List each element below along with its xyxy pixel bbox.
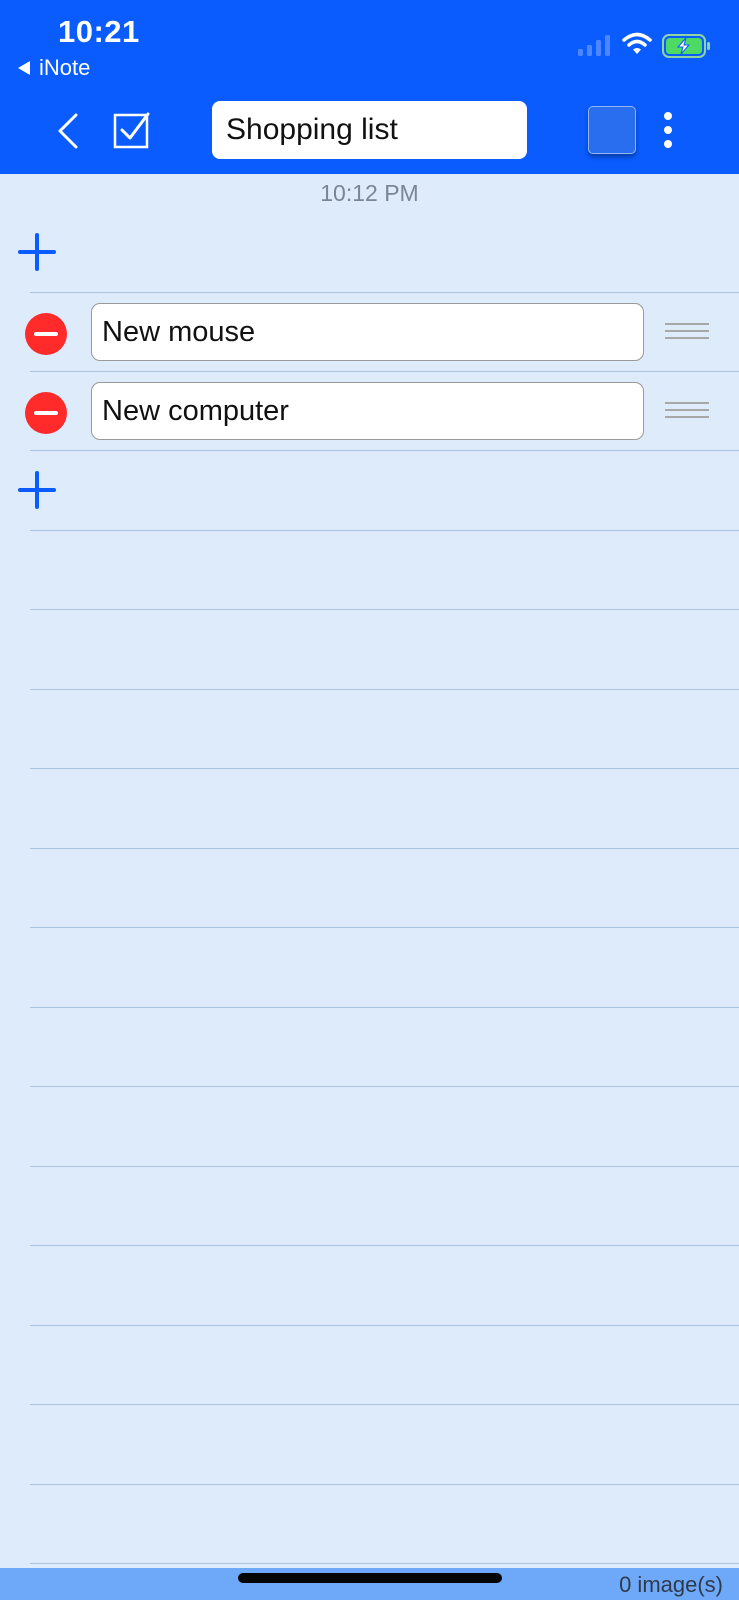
battery-charging-icon: [662, 34, 710, 58]
divider-line: [30, 1007, 739, 1008]
divider-line: [30, 292, 739, 293]
divider-line: [30, 371, 739, 372]
wifi-icon: [622, 32, 652, 54]
divider-line: [30, 1563, 739, 1564]
back-triangle-icon: [18, 61, 30, 75]
plus-icon[interactable]: [18, 233, 56, 271]
divider-line: [30, 768, 739, 769]
more-vertical-icon[interactable]: [656, 110, 680, 150]
home-indicator[interactable]: [238, 1573, 502, 1583]
list-item-input[interactable]: [91, 303, 644, 361]
top-header: 10:21 iNote: [0, 0, 739, 174]
plus-icon[interactable]: [18, 471, 56, 509]
drag-handle-icon[interactable]: [665, 401, 709, 421]
back-chevron-icon[interactable]: [54, 112, 84, 150]
note-title-input[interactable]: [212, 101, 527, 159]
divider-line: [30, 689, 739, 690]
divider-line: [30, 848, 739, 849]
divider-line: [30, 1484, 739, 1485]
image-count-label: 0 image(s): [619, 1572, 723, 1597]
divider-line: [30, 1166, 739, 1167]
divider-line: [30, 1086, 739, 1087]
status-time: 10:21: [58, 14, 140, 49]
minus-circle-icon[interactable]: [24, 312, 68, 356]
divider-line: [30, 1325, 739, 1326]
color-swatch-button[interactable]: [588, 106, 636, 154]
drag-handle-icon[interactable]: [665, 322, 709, 342]
note-timestamp: 10:12 PM: [320, 180, 419, 206]
list-item-input[interactable]: [91, 382, 644, 440]
divider-line: [30, 1245, 739, 1246]
back-to-app-link[interactable]: iNote: [18, 54, 90, 82]
divider-line: [30, 530, 739, 531]
divider-line: [30, 927, 739, 928]
divider-line: [30, 1404, 739, 1405]
back-app-label: iNote: [39, 55, 91, 80]
divider-line: [30, 450, 739, 451]
cellular-signal-icon: [578, 35, 610, 56]
minus-circle-icon[interactable]: [24, 391, 68, 435]
divider-line: [30, 609, 739, 610]
checkbox-checked-icon[interactable]: [112, 110, 152, 150]
